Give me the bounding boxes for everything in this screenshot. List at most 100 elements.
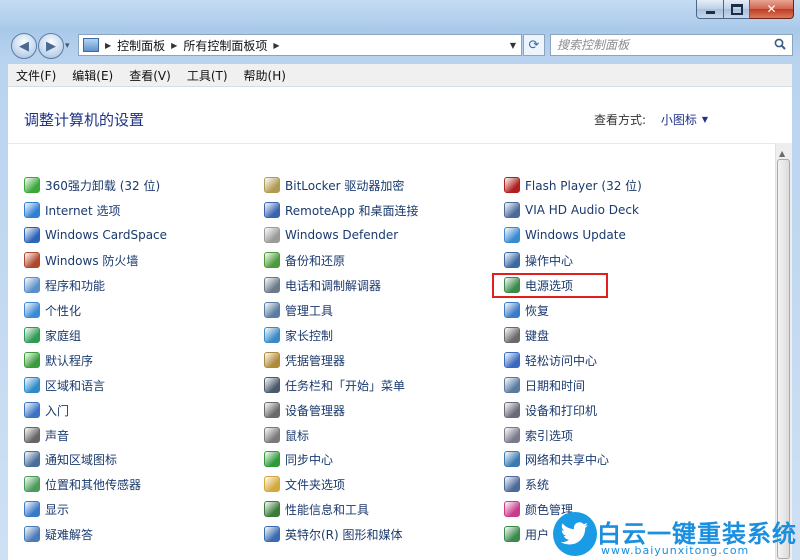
control-panel-item[interactable]: 程序和功能: [24, 275, 105, 295]
control-panel-item[interactable]: 操作中心: [504, 250, 573, 270]
back-button[interactable]: ◀: [11, 33, 37, 59]
scrollbar-thumb[interactable]: [777, 159, 790, 559]
menu-file[interactable]: 文件(F): [8, 67, 64, 84]
control-panel-item[interactable]: 系统: [504, 474, 549, 494]
control-panel-item[interactable]: Windows Defender: [264, 225, 398, 245]
scroll-up-icon[interactable]: ▲: [779, 149, 785, 158]
maximize-button[interactable]: [724, 0, 750, 19]
control-panel-item[interactable]: 个性化: [24, 300, 81, 320]
sync-icon: [264, 451, 280, 467]
menu-edit[interactable]: 编辑(E): [64, 67, 121, 84]
control-panel-item[interactable]: 显示: [24, 499, 69, 519]
content-pane: 调整计算机的设置 查看方式: 小图标 ▼ 360强力卸载 (32 位) Inter…: [8, 87, 792, 560]
breadcrumb-separator-icon[interactable]: ▶: [105, 41, 111, 50]
minimize-button[interactable]: [696, 0, 724, 19]
control-panel-item[interactable]: 键盘: [504, 325, 549, 345]
control-panel-item[interactable]: 同步中心: [264, 449, 333, 469]
control-panel-item[interactable]: 声音: [24, 425, 69, 445]
keyboard-icon: [504, 327, 520, 343]
bird-logo-icon: [553, 512, 597, 556]
control-panel-item[interactable]: 轻松访问中心: [504, 350, 597, 370]
control-panel-window: ✕ ◀ ▶ ▾ ▶ 控制面板 ▶ 所有控制面板项 ▶ ▼ ⟳ 文件(F) 编辑(…: [0, 0, 800, 560]
control-panel-item[interactable]: VIA HD Audio Deck: [504, 200, 639, 220]
control-panel-item[interactable]: 备份和还原: [264, 250, 345, 270]
device-manager-icon: [264, 402, 280, 418]
control-panel-item-label: 日期和时间: [525, 378, 586, 393]
sensor-icon: [24, 476, 40, 492]
default-programs-icon: [24, 352, 40, 368]
control-panel-item-label: 凭据管理器: [285, 353, 346, 368]
control-panel-item-label: 家长控制: [285, 328, 334, 343]
control-panel-item[interactable]: 疑难解答: [24, 524, 93, 544]
control-panel-item[interactable]: 凭据管理器: [264, 350, 345, 370]
search-icon[interactable]: [774, 38, 786, 50]
control-panel-item[interactable]: 鼠标: [264, 425, 309, 445]
intel-graphics-icon: [264, 526, 280, 542]
address-dropdown[interactable]: ▼: [505, 35, 521, 55]
menu-view[interactable]: 查看(V): [121, 67, 179, 84]
breadcrumb-control-panel[interactable]: 控制面板: [117, 37, 165, 54]
address-bar[interactable]: ▶ 控制面板 ▶ 所有控制面板项 ▶ ▼: [78, 34, 522, 56]
close-button[interactable]: ✕: [750, 0, 794, 19]
control-panel-item-label: 设备和打印机: [525, 403, 598, 418]
indexing-icon: [504, 427, 520, 443]
search-input[interactable]: [557, 37, 757, 53]
control-panel-item[interactable]: Internet 选项: [24, 200, 120, 220]
control-panel-item-label: 区域和语言: [45, 378, 106, 393]
breadcrumb-separator-icon[interactable]: ▶: [273, 41, 279, 50]
firewall-icon: [24, 252, 40, 268]
control-panel-item[interactable]: 家庭组: [24, 325, 81, 345]
control-panel-item[interactable]: 索引选项: [504, 425, 573, 445]
region-icon: [24, 377, 40, 393]
control-panel-item[interactable]: 日期和时间: [504, 375, 585, 395]
control-panel-item[interactable]: Windows CardSpace: [24, 225, 167, 245]
control-panel-item[interactable]: Windows Update: [504, 225, 626, 245]
control-panel-item-label: VIA HD Audio Deck: [525, 203, 639, 217]
search-box[interactable]: [550, 34, 793, 56]
recent-pages-dropdown[interactable]: ▾: [65, 41, 75, 51]
control-panel-item[interactable]: 位置和其他传感器: [24, 474, 141, 494]
control-panel-item[interactable]: 区域和语言: [24, 375, 105, 395]
control-panel-item-label: 英特尔(R) 图形和媒体: [285, 527, 403, 542]
control-panel-item-label: 文件夹选项: [285, 477, 346, 492]
control-panel-item[interactable]: 任务栏和「开始」菜单: [264, 375, 405, 395]
control-panel-item[interactable]: 360强力卸载 (32 位): [24, 175, 160, 195]
control-panel-item[interactable]: BitLocker 驱动器加密: [264, 175, 404, 195]
control-panel-item-label: 入门: [45, 403, 70, 418]
control-panel-item-label: 系统: [525, 477, 550, 492]
control-panel-item[interactable]: 文件夹选项: [264, 474, 345, 494]
close-icon: ✕: [766, 2, 777, 16]
control-panel-item-label: 家庭组: [45, 328, 82, 343]
control-panel-item[interactable]: 恢复: [504, 300, 549, 320]
credential-icon: [264, 352, 280, 368]
control-panel-item[interactable]: 用户: [504, 524, 549, 544]
control-panel-item[interactable]: 设备和打印机: [504, 400, 597, 420]
control-panel-item[interactable]: 设备管理器: [264, 400, 345, 420]
control-panel-item[interactable]: RemoteApp 和桌面连接: [264, 200, 419, 220]
control-panel-item[interactable]: 入门: [24, 400, 69, 420]
control-panel-item[interactable]: 性能信息和工具: [264, 499, 369, 519]
control-panel-item-label: 疑难解答: [45, 527, 94, 542]
forward-button[interactable]: ▶: [38, 33, 64, 59]
menu-help[interactable]: 帮助(H): [236, 67, 294, 84]
control-panel-item[interactable]: 英特尔(R) 图形和媒体: [264, 524, 403, 544]
control-panel-item-label: 用户: [525, 527, 550, 542]
control-panel-item-label: Flash Player (32 位): [525, 178, 642, 193]
control-panel-item[interactable]: 家长控制: [264, 325, 333, 345]
control-panel-item[interactable]: Flash Player (32 位): [504, 175, 642, 195]
refresh-button[interactable]: ⟳: [523, 34, 545, 56]
control-panel-items: 360强力卸载 (32 位) Internet 选项 Windows CardSpa…: [8, 87, 778, 560]
control-panel-item[interactable]: 电话和调制解调器: [264, 275, 381, 295]
breadcrumb-all-items[interactable]: 所有控制面板项: [183, 37, 267, 54]
control-panel-item[interactable]: 网络和共享中心: [504, 449, 609, 469]
menu-tools[interactable]: 工具(T): [179, 67, 236, 84]
control-panel-item[interactable]: 通知区域图标: [24, 449, 117, 469]
vertical-scrollbar[interactable]: ▲: [775, 143, 792, 560]
system-icon: [504, 476, 520, 492]
control-panel-item[interactable]: Windows 防火墙: [24, 250, 138, 270]
breadcrumb-separator-icon[interactable]: ▶: [171, 41, 177, 50]
control-panel-item-label: 键盘: [525, 328, 550, 343]
printer-icon: [504, 402, 520, 418]
control-panel-item[interactable]: 管理工具: [264, 300, 333, 320]
control-panel-item[interactable]: 默认程序: [24, 350, 93, 370]
